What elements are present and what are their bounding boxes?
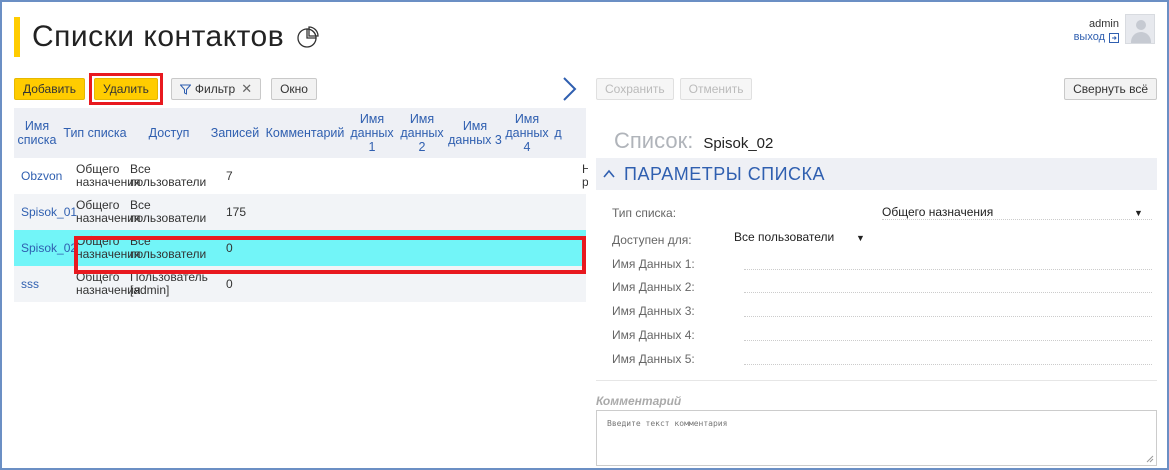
col-data2[interactable]: Имя данных 2	[396, 112, 448, 154]
col-list-type[interactable]: Тип списка	[60, 126, 130, 140]
row-overflow: Нр	[582, 163, 588, 189]
col-data1[interactable]: Имя данных 1	[348, 112, 396, 154]
list-label: Список:	[614, 128, 694, 153]
data2-label: Имя Данных 2:	[612, 280, 695, 294]
data4-input[interactable]	[744, 340, 1152, 341]
filter-icon	[179, 84, 191, 95]
lists-table: Имя списка Тип списка Доступ Записей Ком…	[14, 108, 588, 302]
filter-label: Фильтр	[194, 82, 236, 96]
table-row[interactable]: Spisok_01 Общего назначения Все пользовате…	[14, 194, 586, 230]
data1-label: Имя Данных 1:	[612, 257, 695, 271]
logout-link[interactable]: выход	[1074, 31, 1119, 44]
col-data3[interactable]: Имя данных 3	[448, 119, 502, 147]
row-type: Общего назначения	[76, 162, 141, 189]
col-comment[interactable]: Комментарий	[262, 126, 348, 140]
col-more[interactable]: д	[552, 126, 564, 140]
table-header: Имя списка Тип списка Доступ Записей Ком…	[14, 108, 586, 158]
list-name-row: Список: Spisok_02	[614, 128, 988, 159]
col-list-name[interactable]: Имя списка	[14, 119, 60, 147]
page-title: Списки контактов	[32, 20, 285, 53]
add-button[interactable]: Добавить	[14, 78, 86, 100]
resize-handle-icon[interactable]	[1146, 455, 1154, 463]
data5-label: Имя Данных 5:	[612, 352, 695, 366]
row-type: Общего назначения	[76, 234, 141, 261]
user-box: admin выход	[1074, 14, 1155, 44]
available-for-dropdown-icon[interactable]: ▼	[856, 233, 865, 243]
row-access: Пользователь [admin]	[130, 270, 208, 297]
row-name[interactable]: Spisok_02	[14, 241, 77, 255]
row-access: Все пользователи	[130, 234, 207, 261]
comment-textarea[interactable]: Введите текст комментария	[596, 410, 1157, 466]
list-type-underline	[882, 219, 1152, 220]
params-section-title: ПАРАМЕТРЫ СПИСКА	[624, 163, 826, 184]
table-row[interactable]: Obzvon Общего назначения Все пользователи …	[14, 158, 588, 194]
row-access: Все пользователи	[130, 162, 207, 189]
available-for-select[interactable]: Все пользователи	[734, 230, 834, 244]
page-header: Списки контактов	[14, 14, 320, 60]
list-type-dropdown-icon[interactable]: ▼	[1134, 208, 1143, 218]
row-name[interactable]: Spisok_01	[14, 205, 77, 219]
delete-button[interactable]: Удалить	[94, 78, 158, 100]
data3-input[interactable]	[744, 316, 1152, 317]
list-detail-panel: Сохранить Отменить Свернуть всё Список: …	[596, 76, 1157, 468]
row-type: Общего назначения	[76, 198, 141, 225]
title-accent-bar	[14, 17, 20, 57]
comment-placeholder: Введите текст комментария	[607, 419, 728, 428]
data2-input[interactable]	[744, 292, 1152, 293]
row-name[interactable]: sss	[14, 277, 60, 291]
list-toolbar: Добавить Удалить Фильтр ✕ Окно	[14, 73, 317, 105]
list-type-select[interactable]: Общего назначения	[882, 205, 993, 219]
window-button[interactable]: Окно	[271, 78, 317, 100]
row-name[interactable]: Obzvon	[14, 169, 62, 183]
pie-chart-icon	[297, 26, 319, 48]
row-count: 175	[226, 204, 247, 219]
row-count: 0	[226, 276, 233, 291]
detail-toolbar: Сохранить Отменить Свернуть всё	[596, 76, 1157, 102]
row-type: Общего назначения	[76, 270, 141, 297]
row-count: 0	[226, 240, 233, 255]
data4-label: Имя Данных 4:	[612, 328, 695, 342]
data5-input[interactable]	[744, 364, 1152, 365]
available-for-label: Доступен для:	[612, 233, 692, 247]
logout-icon[interactable]	[1109, 32, 1119, 43]
col-access[interactable]: Доступ	[130, 126, 208, 140]
row-access: Все пользователи	[130, 198, 207, 225]
comment-label: Комментарий	[596, 394, 682, 408]
chevron-right-icon[interactable]	[558, 76, 580, 102]
clear-filter-icon[interactable]: ✕	[241, 79, 252, 99]
table-row-selected[interactable]: Spisok_02 Общего назначения Все пользовате…	[14, 230, 586, 266]
col-records[interactable]: Записей	[208, 126, 262, 140]
data3-label: Имя Данных 3:	[612, 304, 695, 318]
collapse-all-button[interactable]: Свернуть всё	[1064, 78, 1157, 100]
params-section-header[interactable]: ПАРАМЕТРЫ СПИСКА	[596, 158, 1157, 190]
save-button[interactable]: Сохранить	[596, 78, 674, 100]
comment-divider	[596, 380, 1157, 381]
filter-button[interactable]: Фильтр ✕	[170, 78, 262, 100]
col-data4[interactable]: Имя данных 4	[502, 112, 552, 154]
caret-up-icon[interactable]	[602, 167, 616, 181]
user-info: admin выход	[1074, 18, 1119, 44]
logout-label[interactable]: выход	[1074, 31, 1105, 44]
list-type-label: Тип списка:	[612, 206, 677, 220]
username: admin	[1089, 18, 1119, 30]
table-row[interactable]: sss Общего назначения Пользователь [admin]…	[14, 266, 586, 302]
cancel-button[interactable]: Отменить	[679, 78, 753, 100]
delete-button-highlight: Удалить	[89, 73, 163, 105]
row-count: 7	[226, 168, 233, 183]
data1-input[interactable]	[744, 269, 1152, 270]
list-name-input[interactable]: Spisok_02	[703, 135, 773, 152]
avatar[interactable]	[1125, 14, 1155, 44]
